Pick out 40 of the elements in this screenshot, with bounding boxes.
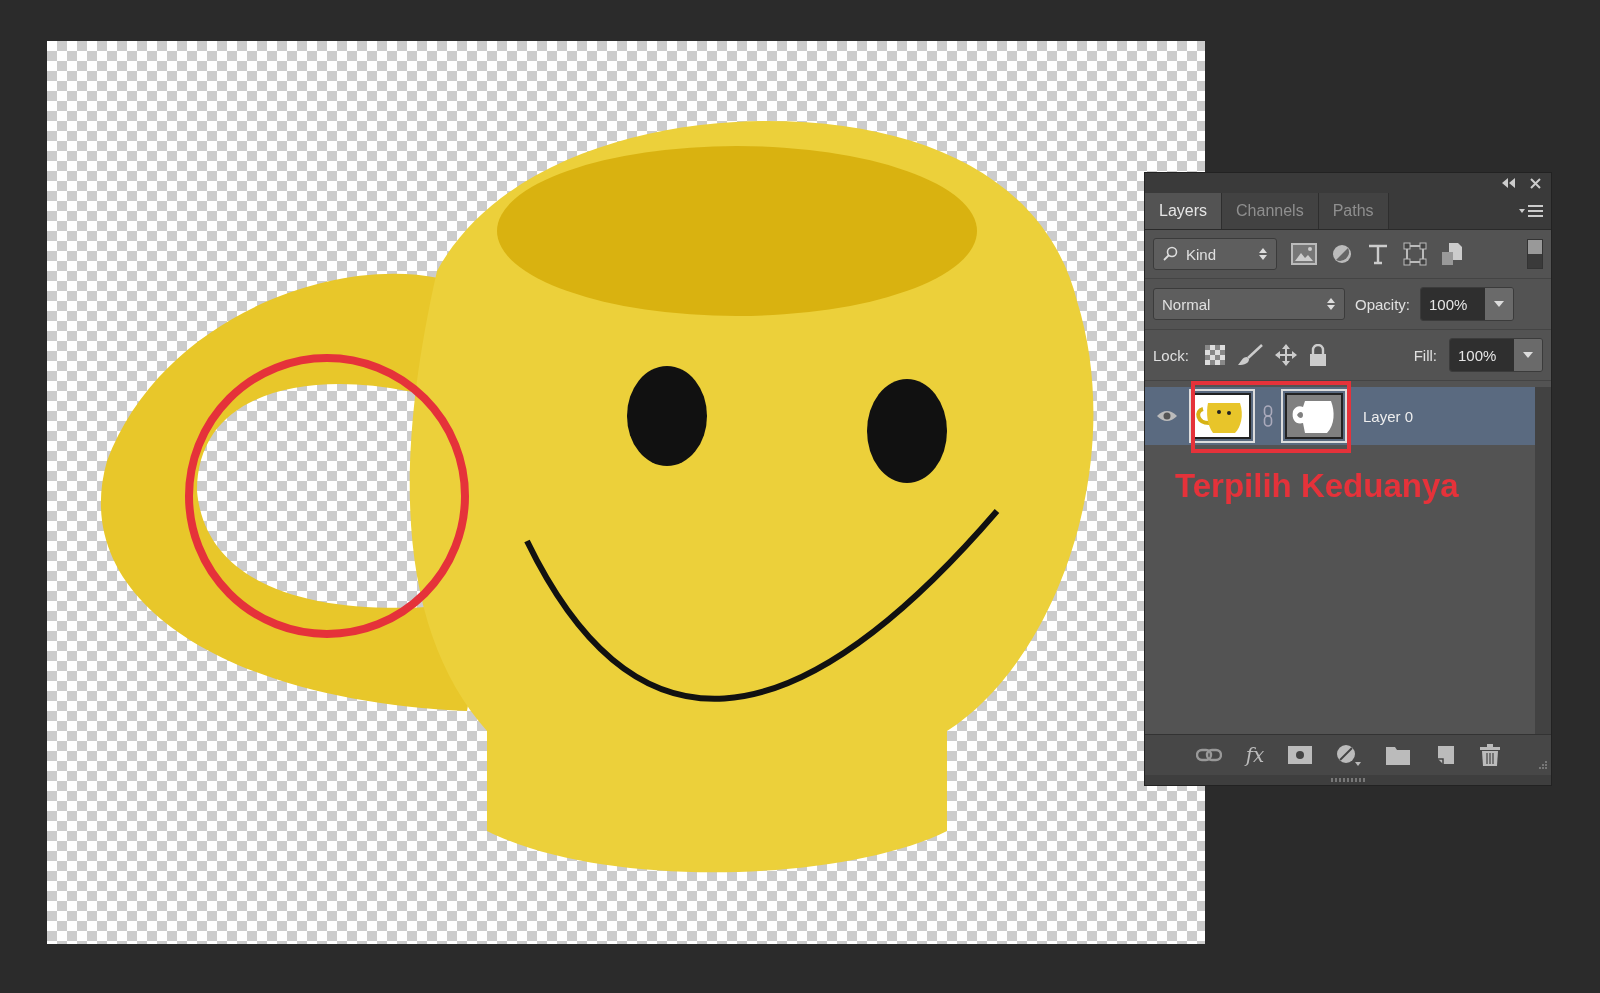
- close-icon[interactable]: [1530, 177, 1541, 189]
- fill-field[interactable]: 100%: [1449, 338, 1543, 372]
- lock-icon[interactable]: [1308, 344, 1327, 366]
- fill-label: Fill:: [1413, 346, 1437, 364]
- link-icon[interactable]: [1195, 748, 1222, 762]
- type-icon[interactable]: [1367, 243, 1389, 265]
- panel-tab[interactable]: Channels: [1222, 193, 1319, 229]
- move-icon[interactable]: [1274, 344, 1297, 366]
- transform-icon[interactable]: [1403, 242, 1427, 266]
- scrollbar[interactable]: [1535, 387, 1551, 734]
- brush-icon[interactable]: [1236, 344, 1263, 366]
- up-down-arrows-icon: [1326, 297, 1336, 311]
- caret-button[interactable]: [1514, 339, 1542, 371]
- drag-handle-icon[interactable]: [1331, 778, 1365, 782]
- mask-icon[interactable]: [1288, 746, 1313, 764]
- panel-tab[interactable]: Layers: [1145, 193, 1223, 229]
- caret-button[interactable]: [1485, 288, 1514, 320]
- lock-label: Lock:: [1153, 346, 1189, 364]
- opacity-field[interactable]: 100%: [1420, 287, 1515, 321]
- half-circle-icon[interactable]: [1336, 744, 1363, 766]
- up-down-arrows-icon: [1258, 247, 1268, 261]
- half-circle-icon[interactable]: [1331, 243, 1353, 265]
- checkerboard-icon[interactable]: [1204, 345, 1225, 365]
- trash-icon[interactable]: [1480, 744, 1501, 766]
- panel-tab[interactable]: Paths: [1318, 193, 1389, 229]
- folder-icon[interactable]: [1386, 745, 1411, 765]
- blend-mode-dropdown[interactable]: Normal: [1153, 288, 1345, 320]
- filter-dropdown[interactable]: Kind: [1153, 238, 1277, 270]
- search-icon: [1162, 246, 1178, 262]
- smart-object-icon[interactable]: [1441, 242, 1463, 266]
- caret-icon: [1523, 352, 1533, 358]
- annotation-text: Terpilih Keduanya: [1175, 467, 1460, 505]
- collapse-icon[interactable]: [1502, 178, 1516, 188]
- menu-icon[interactable]: [1519, 204, 1543, 218]
- layer-row[interactable]: Layer 0: [1145, 387, 1535, 445]
- image-icon[interactable]: [1291, 243, 1317, 265]
- fx-button[interactable]: fx: [1245, 743, 1265, 767]
- opacity-label: Opacity:: [1355, 295, 1411, 313]
- caret-icon: [1494, 301, 1505, 307]
- filter-toggle[interactable]: [1527, 239, 1543, 269]
